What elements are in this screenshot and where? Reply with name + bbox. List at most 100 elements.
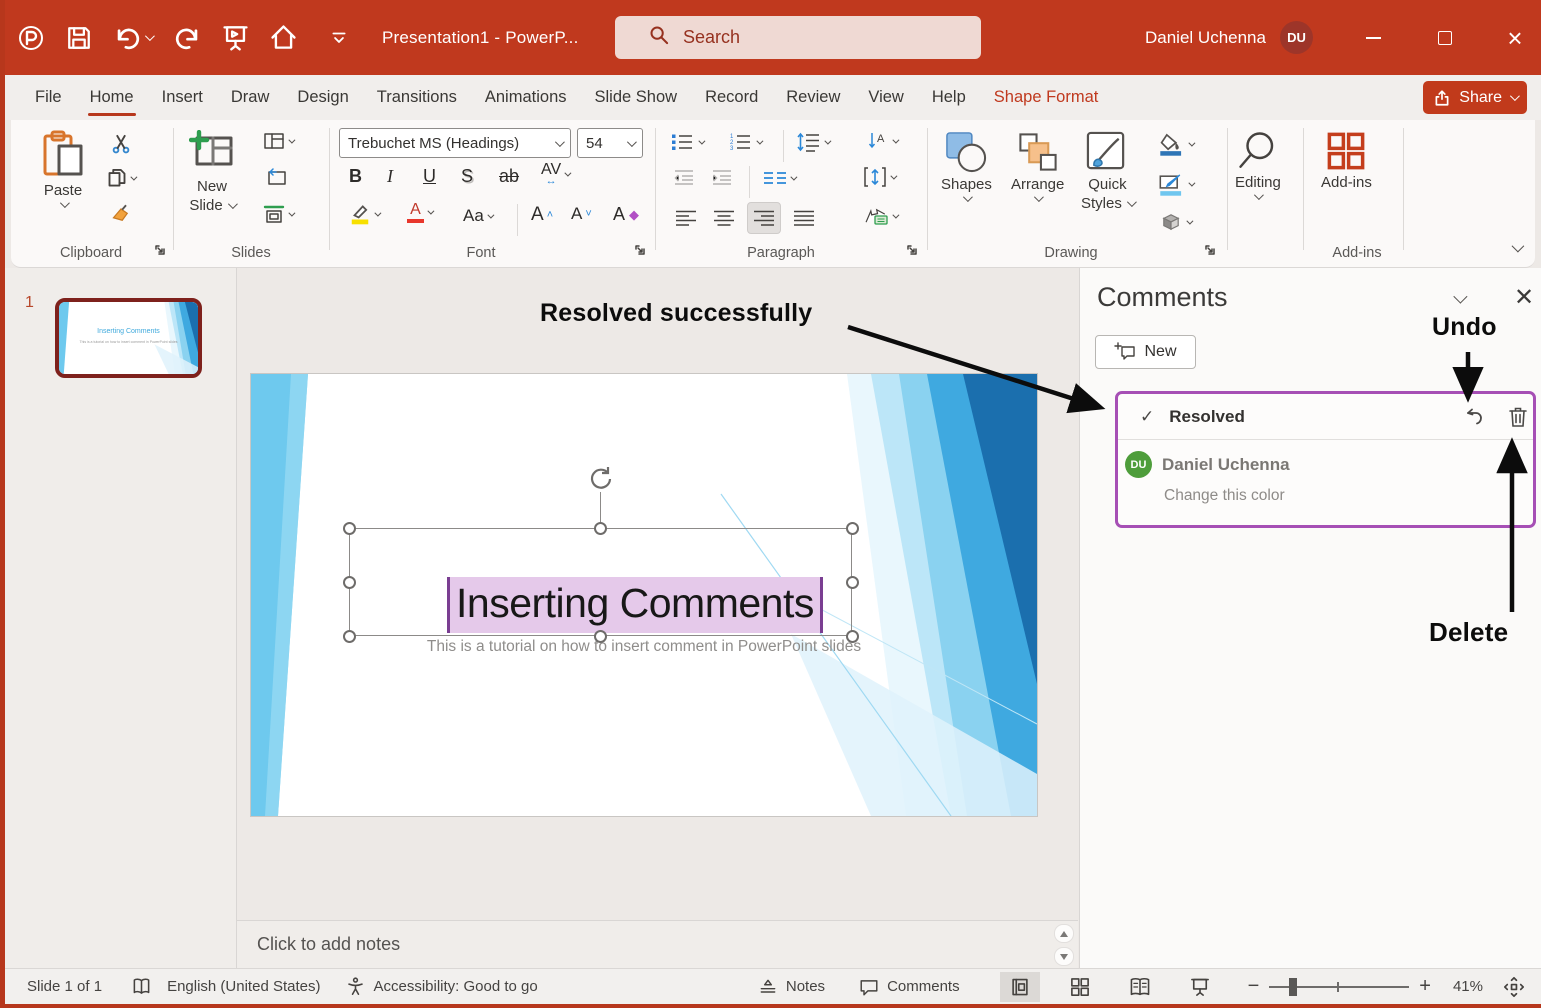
tab-draw[interactable]: Draw xyxy=(217,77,284,118)
scroll-down-button[interactable] xyxy=(1054,947,1074,966)
normal-view-button[interactable] xyxy=(1000,972,1040,1002)
italic-button[interactable]: I xyxy=(387,166,393,187)
user-avatar[interactable]: DU xyxy=(1280,21,1313,54)
tab-review[interactable]: Review xyxy=(772,77,854,118)
slide-sorter-view-button[interactable] xyxy=(1060,972,1100,1002)
tab-home[interactable]: Home xyxy=(76,77,148,118)
underline-button[interactable]: U xyxy=(423,166,436,187)
tab-record[interactable]: Record xyxy=(691,77,772,118)
comments-toggle[interactable]: Comments xyxy=(859,978,960,996)
copy-button[interactable] xyxy=(107,168,135,188)
tab-view[interactable]: View xyxy=(854,77,917,118)
align-left-button[interactable] xyxy=(669,202,703,234)
language-indicator[interactable]: English (United States) xyxy=(167,978,320,995)
cut-button[interactable] xyxy=(111,134,131,154)
handle-top-center[interactable] xyxy=(594,522,607,535)
search-input[interactable]: Search xyxy=(615,16,981,59)
shapes-button[interactable]: Shapes xyxy=(941,130,992,202)
shape-fill-button[interactable] xyxy=(1159,132,1193,156)
accessibility-status[interactable]: Accessibility: Good to go xyxy=(373,978,537,995)
font-color-button[interactable]: A xyxy=(407,202,432,223)
spell-check-icon[interactable] xyxy=(132,977,151,996)
text-shadow-button[interactable]: S xyxy=(461,166,473,187)
fit-slide-to-window-button[interactable] xyxy=(1503,976,1525,998)
drawing-dialog-launcher[interactable] xyxy=(1203,243,1219,259)
save-icon[interactable] xyxy=(62,21,96,55)
collapse-ribbon-icon[interactable] xyxy=(1512,239,1521,257)
bold-button[interactable]: B xyxy=(349,166,362,187)
tab-transitions[interactable]: Transitions xyxy=(363,77,471,118)
decrease-indent-button[interactable] xyxy=(673,168,695,186)
slide-subtitle-text[interactable]: This is a tutorial on how to insert comm… xyxy=(251,638,1037,656)
notes-pane[interactable]: Click to add notes xyxy=(237,920,1078,968)
paragraph-dialog-launcher[interactable] xyxy=(905,243,921,259)
handle-bottom-right[interactable] xyxy=(846,630,859,643)
maximize-button[interactable] xyxy=(1422,0,1468,75)
slide-title-text[interactable]: Inserting Comments xyxy=(447,577,823,633)
zoom-slider[interactable] xyxy=(1269,986,1409,988)
tab-design[interactable]: Design xyxy=(283,77,362,118)
paste-button[interactable]: Paste xyxy=(41,130,85,208)
font-name-select[interactable]: Trebuchet MS (Headings) xyxy=(339,128,571,158)
handle-top-right[interactable] xyxy=(846,522,859,535)
format-painter-button[interactable] xyxy=(111,204,131,224)
zoom-level[interactable]: 41% xyxy=(1453,978,1483,995)
shape-outline-button[interactable] xyxy=(1159,172,1193,196)
increase-font-size-button[interactable]: A˄ xyxy=(531,204,553,226)
text-direction-button[interactable]: A xyxy=(867,130,897,152)
line-spacing-button[interactable] xyxy=(797,132,829,152)
justify-button[interactable] xyxy=(787,202,821,234)
tab-file[interactable]: File xyxy=(21,77,76,118)
slide-canvas[interactable]: Inserting Comments This is a tutorial on… xyxy=(251,374,1037,816)
notes-scrollbar[interactable] xyxy=(1054,924,1074,966)
decrease-font-size-button[interactable]: A˅ xyxy=(571,204,592,224)
notes-placeholder[interactable]: Click to add notes xyxy=(257,934,400,955)
slide-show-view-button[interactable] xyxy=(1180,972,1220,1002)
minimize-button[interactable] xyxy=(1350,0,1396,75)
addins-button[interactable]: Add-ins xyxy=(1321,130,1372,191)
undo-icon[interactable] xyxy=(110,21,156,55)
tab-insert[interactable]: Insert xyxy=(148,77,217,118)
text-highlight-button[interactable] xyxy=(349,202,379,226)
handle-bottom-center[interactable] xyxy=(594,630,607,643)
scroll-up-button[interactable] xyxy=(1054,924,1074,943)
columns-button[interactable] xyxy=(763,170,795,186)
font-dialog-launcher[interactable] xyxy=(633,243,649,259)
clipboard-dialog-launcher[interactable] xyxy=(153,243,169,259)
bullets-button[interactable] xyxy=(671,132,703,152)
handle-mid-right[interactable] xyxy=(846,576,859,589)
handle-top-left[interactable] xyxy=(343,522,356,535)
strikethrough-button[interactable]: ab xyxy=(499,166,519,187)
change-case-button[interactable]: Aa xyxy=(463,206,492,226)
convert-to-smartart-button[interactable] xyxy=(863,206,897,226)
redo-icon[interactable] xyxy=(170,21,204,55)
align-right-button[interactable] xyxy=(747,202,781,234)
tab-animations[interactable]: Animations xyxy=(471,77,581,118)
rotate-handle[interactable] xyxy=(586,464,616,499)
delete-comment-icon[interactable] xyxy=(1506,405,1530,434)
new-comment-button[interactable]: New xyxy=(1095,335,1196,369)
quick-styles-button[interactable]: Quick Styles xyxy=(1081,130,1134,212)
increase-indent-button[interactable] xyxy=(711,168,733,186)
slide-layout-button[interactable] xyxy=(263,132,293,150)
reading-view-button[interactable] xyxy=(1120,972,1160,1002)
reset-slide-button[interactable] xyxy=(265,168,287,186)
user-name[interactable]: Daniel Uchenna xyxy=(1145,28,1266,48)
arrange-button[interactable]: Arrange xyxy=(1011,130,1064,202)
quick-access-menu-icon[interactable] xyxy=(322,21,356,55)
slideshow-icon[interactable] xyxy=(218,21,252,55)
tab-slide-show[interactable]: Slide Show xyxy=(581,77,692,118)
share-button[interactable]: Share xyxy=(1423,81,1527,114)
powerpoint-logo-icon[interactable] xyxy=(14,21,48,55)
zoom-out-button[interactable]: − xyxy=(1248,975,1260,998)
align-center-button[interactable] xyxy=(707,202,741,234)
handle-mid-left[interactable] xyxy=(343,576,356,589)
clear-formatting-button[interactable]: A◆ xyxy=(613,204,639,225)
character-spacing-button[interactable]: AV ↔ xyxy=(541,162,569,187)
editing-button[interactable]: Editing xyxy=(1235,130,1281,200)
close-panel-icon[interactable]: ✕ xyxy=(1514,286,1534,310)
handle-bottom-left[interactable] xyxy=(343,630,356,643)
section-button[interactable] xyxy=(263,204,293,224)
comment-card[interactable]: ✓ Resolved DU Daniel Uchenna Ch xyxy=(1115,391,1536,528)
tab-help[interactable]: Help xyxy=(918,77,980,118)
